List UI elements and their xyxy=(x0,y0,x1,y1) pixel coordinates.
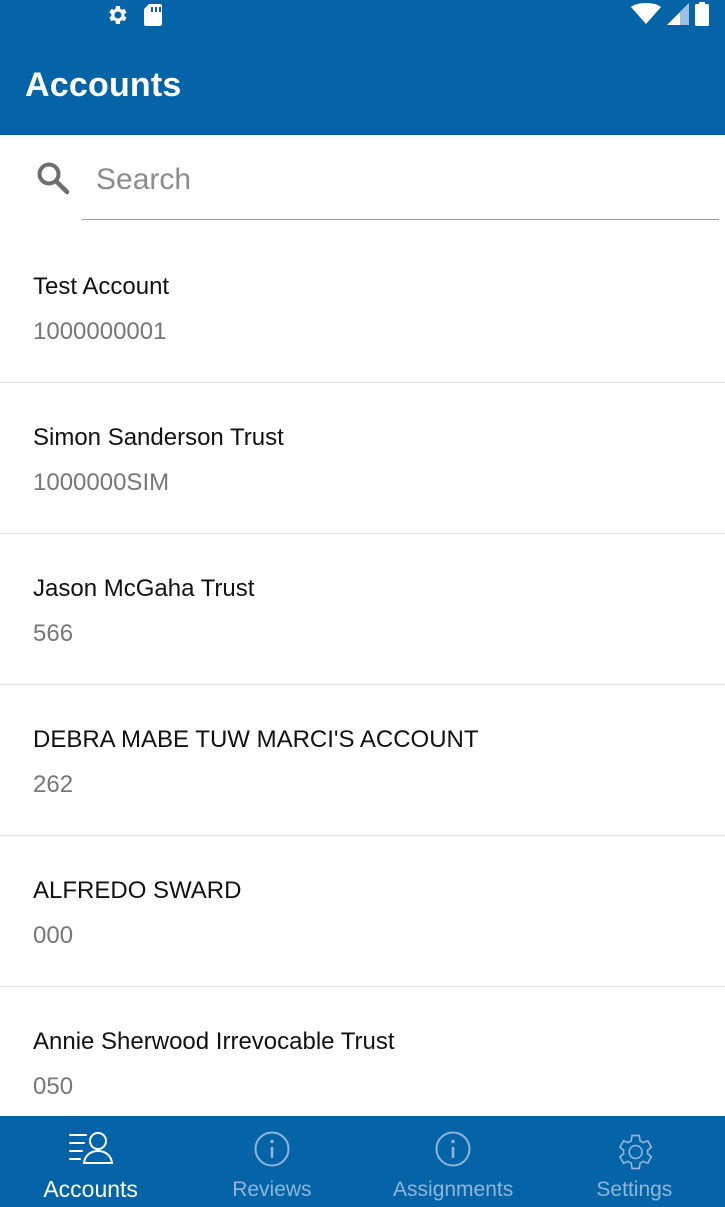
account-row-debra-mabe[interactable]: DEBRA MABE TUW MARCI'S ACCOUNT 262 xyxy=(0,685,725,836)
tab-reviews[interactable]: Reviews xyxy=(181,1116,362,1207)
tab-label: Assignments xyxy=(393,1178,514,1201)
account-name: Simon Sanderson Trust xyxy=(33,424,284,451)
account-name: ALFREDO SWARD xyxy=(33,877,242,904)
battery-icon xyxy=(695,2,709,26)
account-name: DEBRA MABE TUW MARCI'S ACCOUNT xyxy=(33,726,479,753)
account-number: 1000000SIM xyxy=(33,469,170,496)
app-bar: Accounts xyxy=(0,0,725,135)
account-row-test-account[interactable]: Test Account 1000000001 xyxy=(0,232,725,383)
gear-icon xyxy=(612,1130,656,1179)
account-row-simon-sanderson-trust[interactable]: Simon Sanderson Trust 1000000SIM xyxy=(0,383,725,534)
accounts-icon xyxy=(68,1130,114,1171)
bottom-nav: Accounts Reviews Assignments Settings xyxy=(0,1116,725,1207)
account-row-alfredo-sward[interactable]: ALFREDO SWARD 000 xyxy=(0,836,725,987)
info-icon xyxy=(434,1130,472,1173)
gear-icon xyxy=(105,3,129,27)
status-bar-right xyxy=(631,2,709,26)
tab-label: Settings xyxy=(596,1178,673,1201)
search-icon[interactable] xyxy=(36,161,70,200)
signal-icon xyxy=(667,3,689,25)
wifi-icon xyxy=(631,3,661,25)
account-number: 262 xyxy=(33,771,74,798)
account-row-jason-mcgaha-trust[interactable]: Jason McGaha Trust 566 xyxy=(0,534,725,685)
search-bar xyxy=(0,140,725,222)
info-icon xyxy=(253,1130,291,1173)
tab-settings[interactable]: Settings xyxy=(544,1116,725,1207)
account-list: Test Account 1000000001 Simon Sanderson … xyxy=(0,232,725,1138)
account-name: Test Account xyxy=(33,273,170,300)
status-bar-left xyxy=(105,3,163,27)
tab-accounts[interactable]: Accounts xyxy=(0,1116,181,1207)
sd-card-icon xyxy=(143,3,163,27)
search-input[interactable] xyxy=(82,140,719,220)
account-number: 566 xyxy=(33,620,74,647)
tab-label: Accounts xyxy=(43,1176,138,1202)
account-number: 1000000001 xyxy=(33,318,167,345)
tab-label: Reviews xyxy=(232,1178,312,1201)
account-name: Jason McGaha Trust xyxy=(33,575,255,602)
account-name: Annie Sherwood Irrevocable Trust xyxy=(33,1028,395,1055)
page-title: Accounts xyxy=(25,66,182,104)
account-number: 000 xyxy=(33,922,74,949)
account-number: 050 xyxy=(33,1073,74,1100)
tab-assignments[interactable]: Assignments xyxy=(363,1116,544,1207)
